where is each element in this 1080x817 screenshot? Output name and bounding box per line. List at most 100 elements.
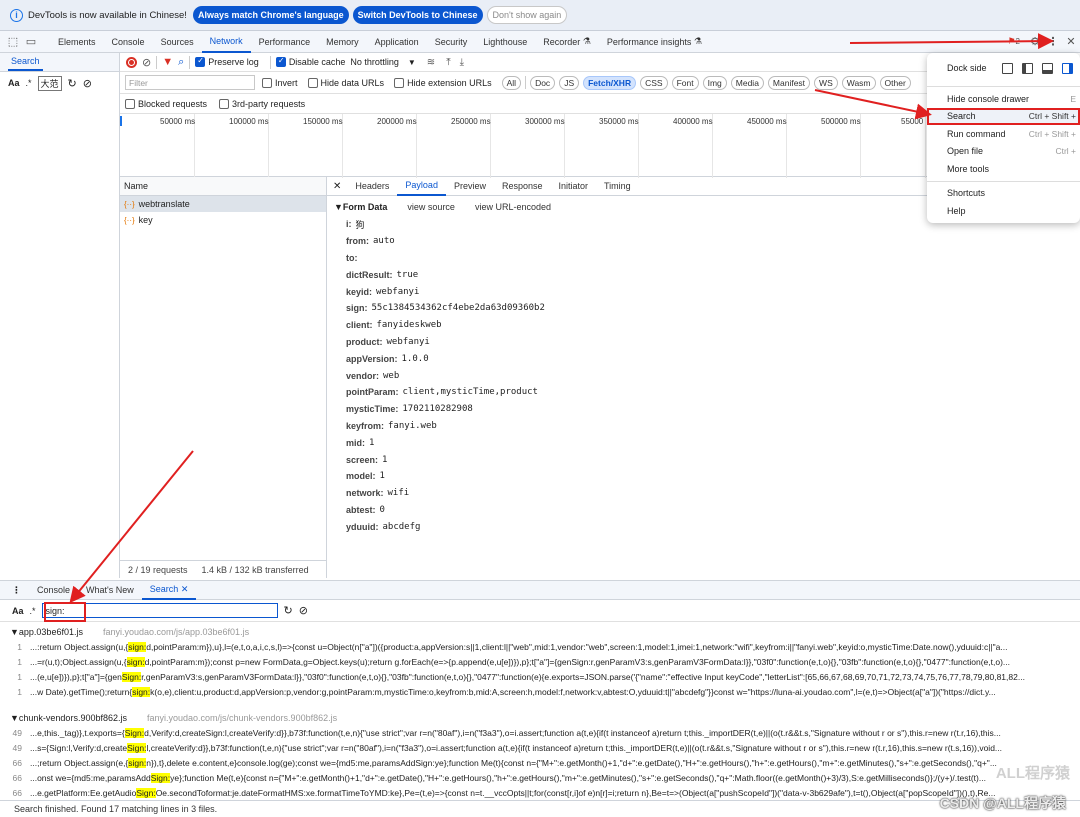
left-search-tab[interactable]: Search: [8, 53, 43, 71]
close-detail-icon[interactable]: ✕: [333, 181, 341, 192]
menu-item-search[interactable]: Search Ctrl + Shift +: [927, 107, 1080, 125]
kebab-menu-icon[interactable]: ⋮: [1044, 31, 1062, 53]
result-line[interactable]: 1 ...(e,u[e])}),p};t["a"]={genSign:r,genP…: [0, 669, 1080, 684]
close-icon[interactable]: ✕: [181, 584, 189, 595]
result-line[interactable]: 1 ...=r(u,t);Object.assign(u,{sign:d,poin…: [0, 654, 1080, 669]
export-icon[interactable]: ⤓: [460, 57, 464, 68]
result-line[interactable]: 49 ...e,this._tag)},t.exports={Sign:d,Ver…: [0, 725, 1080, 740]
tab-timing[interactable]: Timing: [596, 177, 639, 196]
third-party-checkbox[interactable]: 3rd-party requests: [219, 98, 305, 109]
filter-type-all[interactable]: All: [501, 75, 522, 90]
blocked-requests-check[interactable]: [125, 98, 135, 109]
tab-memory[interactable]: Memory: [318, 31, 367, 53]
view-url-encoded-link[interactable]: view URL-encoded: [475, 202, 551, 212]
result-file-header[interactable]: ▼app.03be6f01.js fanyi.youdao.com/js/app…: [0, 624, 1080, 639]
refresh-icon[interactable]: ↻: [68, 77, 77, 90]
undock-icon[interactable]: [1001, 62, 1013, 74]
preserve-log-check[interactable]: [195, 56, 206, 67]
menu-item-shortcuts[interactable]: Shortcuts: [927, 185, 1080, 203]
issues-counter[interactable]: ⚑ 2: [1007, 36, 1020, 47]
filter-type-img[interactable]: Img: [702, 75, 727, 90]
clear-icon[interactable]: ⊘: [83, 77, 92, 90]
regex-toggle[interactable]: .*: [26, 78, 32, 88]
tab-lighthouse[interactable]: Lighthouse: [475, 31, 535, 53]
form-data-title[interactable]: ▼Form Data: [334, 202, 387, 212]
filter-type-doc[interactable]: Doc: [530, 75, 556, 90]
third-party-check[interactable]: [219, 98, 230, 109]
wifi-settings-icon[interactable]: ≋: [427, 57, 435, 68]
disable-cache-check[interactable]: [275, 56, 286, 67]
dock-bottom-icon[interactable]: [1041, 62, 1053, 74]
chevron-down-icon[interactable]: ▼: [408, 58, 416, 67]
hide-extension-urls-checkbox[interactable]: Hide extension URLs: [394, 77, 492, 88]
view-source-link[interactable]: view source: [407, 202, 455, 212]
tab-application[interactable]: Application: [367, 31, 427, 53]
tab-response[interactable]: Response: [494, 177, 551, 196]
tab-security[interactable]: Security: [427, 31, 476, 53]
match-case-toggle[interactable]: Aa: [12, 606, 24, 616]
tab-elements[interactable]: Elements: [50, 31, 104, 53]
filter-type-fetch-xhr[interactable]: Fetch/XHR: [583, 75, 637, 90]
tab-headers[interactable]: Headers: [347, 177, 397, 196]
result-line[interactable]: 1 ...w Date).getTime();return{sign:k(o,e)…: [0, 684, 1080, 699]
close-icon[interactable]: ✕: [1062, 31, 1080, 53]
drawer-menu-icon[interactable]: ⋮: [12, 585, 21, 596]
request-row-key[interactable]: {··} key: [120, 212, 326, 228]
hide-extension-urls-check[interactable]: [394, 77, 405, 88]
drawer-tab-console[interactable]: Console: [29, 581, 78, 600]
drawer-tab-search[interactable]: Search ✕: [141, 581, 197, 600]
filter-input[interactable]: Filter: [125, 75, 255, 90]
regex-toggle[interactable]: .*: [30, 606, 36, 616]
filter-type-media[interactable]: Media: [730, 75, 764, 90]
filter-type-other[interactable]: Other: [879, 75, 911, 90]
disable-cache-checkbox[interactable]: Disable cache: [275, 56, 345, 67]
tab-console[interactable]: Console: [104, 31, 153, 53]
filter-type-css[interactable]: CSS: [640, 75, 668, 90]
always-match-language-button[interactable]: Always match Chrome's language: [192, 6, 349, 24]
tab-initiator[interactable]: Initiator: [551, 177, 597, 196]
tab-sources[interactable]: Sources: [153, 31, 202, 53]
inspect-element-icon[interactable]: ⬚: [4, 31, 22, 53]
search-icon[interactable]: ⌕: [178, 56, 184, 69]
invert-checkbox[interactable]: Invert: [262, 77, 298, 88]
hide-data-urls-check[interactable]: [307, 77, 318, 88]
drawer-tab-whats-new[interactable]: What's New: [78, 581, 142, 600]
filter-type-manifest[interactable]: Manifest: [767, 75, 811, 90]
dock-left-icon[interactable]: [1021, 62, 1033, 74]
filter-type-font[interactable]: Font: [671, 75, 699, 90]
left-search-input[interactable]: 大范: [37, 75, 62, 91]
record-button[interactable]: [126, 56, 137, 68]
dock-right-icon[interactable]: [1061, 62, 1073, 74]
menu-item-more-tools[interactable]: More tools: [927, 160, 1080, 178]
preserve-log-checkbox[interactable]: Preserve log: [195, 56, 259, 67]
refresh-icon[interactable]: ↻: [284, 604, 293, 617]
result-line[interactable]: 1 ...:return Object.assign(u,{sign:d,poin…: [0, 639, 1080, 654]
invert-check[interactable]: [262, 77, 272, 88]
result-line[interactable]: 66 ...onst we={md5:me,paramsAddSign:ye};f…: [0, 770, 1080, 785]
tab-performance[interactable]: Performance: [251, 31, 319, 53]
hide-data-urls-checkbox[interactable]: Hide data URLs: [307, 77, 384, 88]
result-line[interactable]: 49 ...s={Sign:l,Verify:d,createSign:l,cre…: [0, 740, 1080, 755]
tab-network[interactable]: Network: [201, 31, 251, 53]
filter-type-wasm[interactable]: Wasm: [841, 75, 876, 90]
result-line[interactable]: 66 ...;return Object.assign(e,{sign:n}),t…: [0, 755, 1080, 770]
blocked-requests-checkbox[interactable]: Blocked requests: [125, 98, 207, 109]
device-toolbar-icon[interactable]: ▭: [22, 31, 40, 53]
network-timeline-overview[interactable]: 50000 ms 100000 ms 150000 ms 200000 ms 2…: [120, 113, 930, 178]
gear-icon[interactable]: ⚙: [1026, 31, 1044, 53]
filter-icon[interactable]: ▼: [162, 56, 173, 68]
request-list-header[interactable]: Name: [120, 177, 326, 196]
tab-payload[interactable]: Payload: [397, 177, 446, 196]
match-case-toggle[interactable]: Aa: [8, 78, 20, 88]
switch-to-chinese-button[interactable]: Switch DevTools to Chinese: [352, 6, 483, 24]
throttling-select[interactable]: No throttling: [350, 57, 399, 67]
menu-item-help[interactable]: Help: [927, 202, 1080, 220]
tab-recorder[interactable]: Recorder ⚗: [535, 31, 599, 53]
filter-type-ws[interactable]: WS: [814, 75, 838, 90]
clear-log-icon[interactable]: ⊘: [142, 56, 151, 69]
menu-item-run-command[interactable]: Run command Ctrl + Shift +: [927, 125, 1080, 143]
filter-type-js[interactable]: JS: [559, 75, 580, 90]
menu-item-open-file[interactable]: Open file Ctrl +: [927, 143, 1080, 161]
result-line[interactable]: 66 ...e.getPlatform:Ee.getAudioSign:Oe.se…: [0, 785, 1080, 800]
tab-performance-insights[interactable]: Performance insights ⚗: [599, 31, 710, 53]
